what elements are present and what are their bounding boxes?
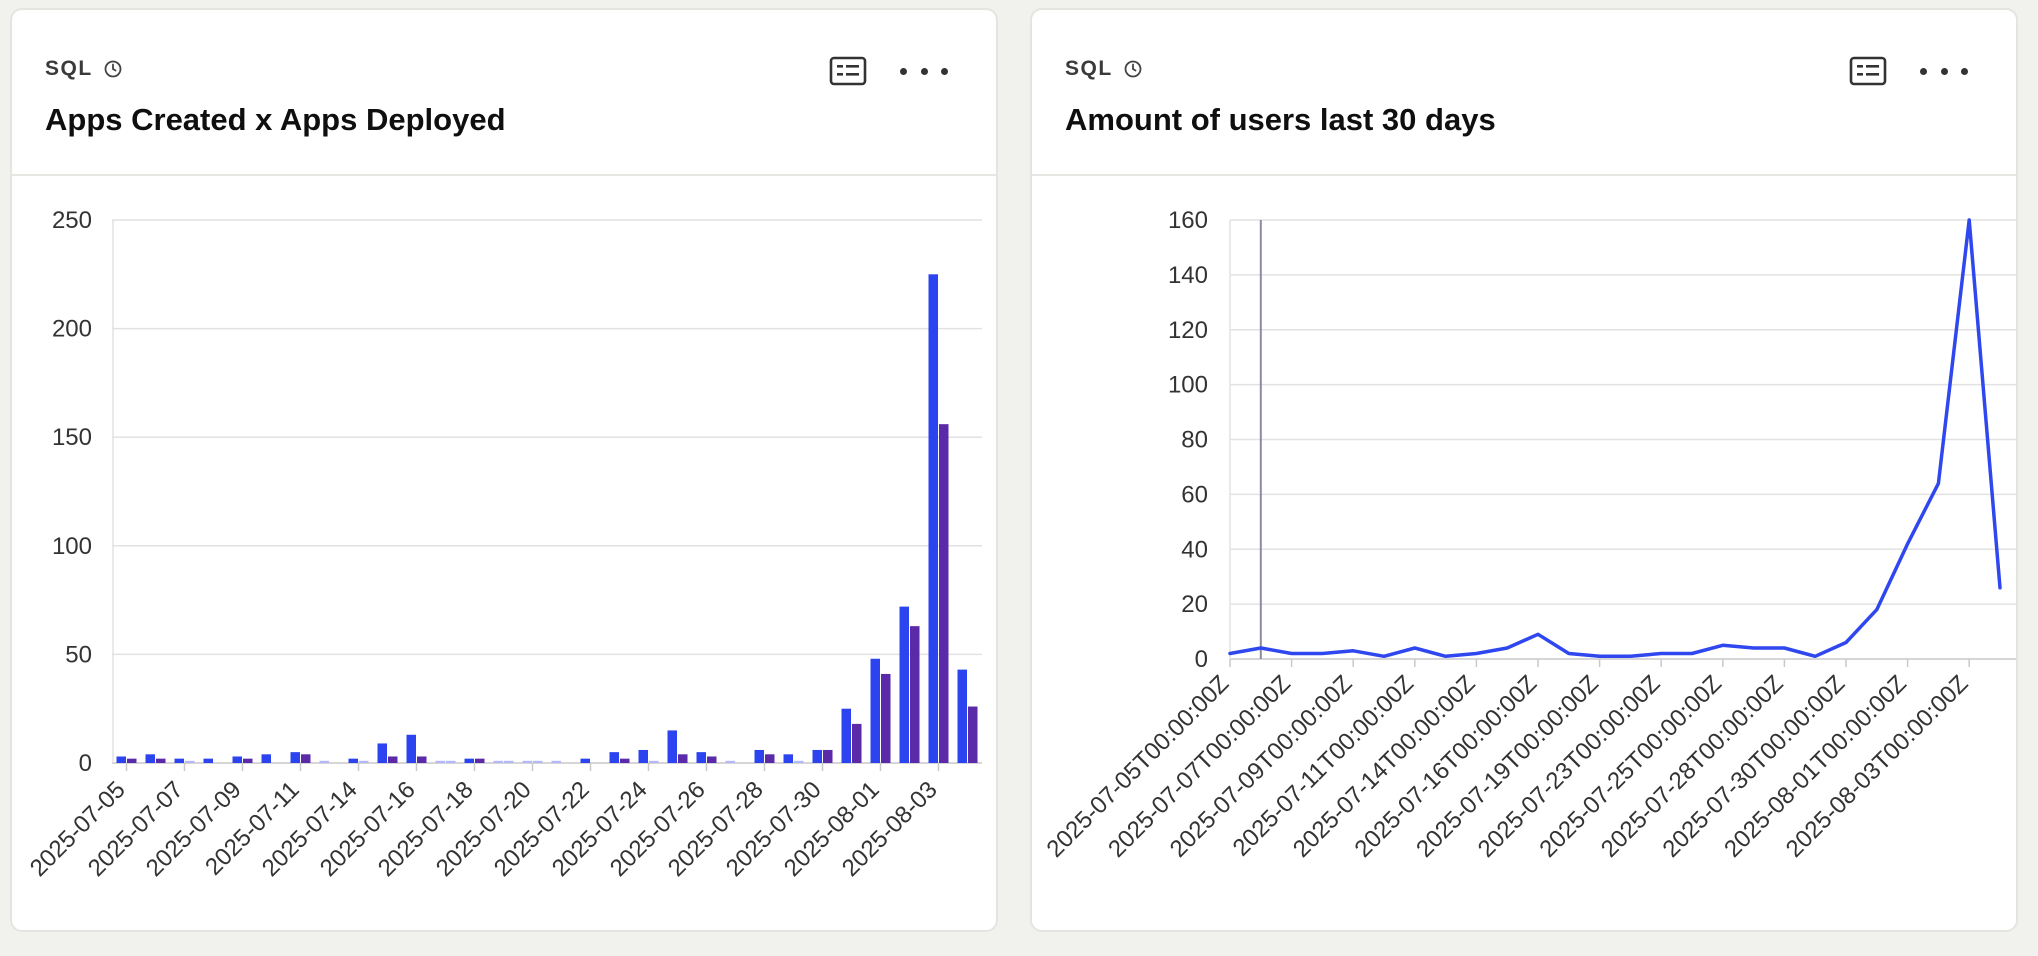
y-tick-label: 160: [1168, 207, 1208, 234]
bar-deployed: [852, 723, 862, 763]
source-label: SQL: [45, 57, 93, 80]
bar-deployed: [504, 760, 514, 763]
bar-created: [145, 754, 155, 763]
bar-deployed: [475, 758, 485, 763]
bar-created: [841, 708, 851, 763]
bar-deployed: [243, 758, 253, 763]
y-tick-label: 60: [1181, 481, 1208, 508]
bar-deployed: [533, 760, 543, 763]
y-tick-label: 150: [52, 424, 92, 451]
source-label: SQL: [1065, 57, 1113, 80]
bar-created: [290, 752, 300, 763]
bar-created: [812, 749, 822, 763]
bar-deployed: [765, 754, 775, 763]
bar-created: [667, 730, 677, 763]
bar-created: [754, 749, 764, 763]
bar-created: [580, 758, 590, 763]
y-tick-label: 100: [1168, 372, 1208, 399]
bar-deployed: [707, 756, 717, 763]
bar-created: [551, 760, 561, 763]
bar-created: [696, 752, 706, 763]
y-tick-label: 0: [1195, 646, 1208, 673]
bar-deployed: [968, 706, 978, 763]
bar-created: [899, 606, 909, 763]
more-dots-icon: [1920, 67, 1927, 75]
line-chart: 0204060801001201401602025-07-05T00:00:00…: [1042, 207, 2016, 863]
bar-deployed: [823, 749, 833, 763]
bar-deployed: [359, 760, 369, 763]
bar-created: [116, 756, 126, 763]
bar-deployed: [881, 673, 891, 763]
bar-deployed: [446, 760, 456, 763]
legend-icon[interactable]: [828, 54, 868, 88]
bar-created: [609, 752, 619, 763]
bar-deployed: [127, 758, 137, 763]
bar-created: [957, 669, 967, 763]
bar-created: [464, 758, 474, 763]
card-title: Amount of users last 30 days: [1065, 102, 1496, 137]
bar-created: [522, 760, 532, 763]
more-options-button[interactable]: [900, 54, 948, 88]
y-tick-label: 50: [65, 641, 92, 668]
y-tick-label: 200: [52, 316, 92, 343]
bar-deployed: [794, 760, 804, 763]
bar-deployed: [910, 626, 920, 763]
line-series: [1228, 218, 2002, 659]
bar-created: [261, 754, 271, 763]
bar-deployed: [678, 754, 688, 763]
more-options-button[interactable]: [1920, 54, 1968, 88]
bar-deployed: [185, 760, 195, 763]
y-tick-label: 100: [52, 533, 92, 560]
bar-deployed: [301, 754, 311, 763]
bar-created: [319, 760, 329, 763]
clock-icon[interactable]: [1123, 59, 1143, 79]
bar-created: [203, 758, 213, 763]
bar-deployed: [939, 424, 949, 763]
bar-created: [870, 658, 880, 763]
bar-created: [348, 758, 358, 763]
bar-created: [406, 734, 416, 763]
bar-created: [638, 749, 648, 763]
source-row: SQL: [45, 54, 123, 84]
bar-deployed: [620, 758, 630, 763]
bar-created: [174, 758, 184, 763]
bar-created: [725, 760, 735, 763]
bar-created: [435, 760, 445, 763]
bar-created: [232, 756, 242, 763]
source-row: SQL: [1065, 54, 1143, 84]
bar-deployed: [156, 758, 166, 763]
y-tick-label: 120: [1168, 317, 1208, 344]
bar-created: [377, 743, 387, 763]
chart-card-users: SQL Amount of users last 30 days 0 20 40 60…: [1030, 8, 2018, 932]
bar-created: [493, 760, 503, 763]
card-header: SQL Amount of users last 30 days: [1032, 10, 2016, 176]
bar-created: [928, 274, 938, 763]
card-title: Apps Created x Apps Deployed: [45, 102, 506, 137]
y-tick-label: 20: [1181, 591, 1208, 618]
y-tick-label: 250: [52, 207, 92, 234]
y-tick-label: 40: [1181, 536, 1208, 563]
bar-created: [783, 754, 793, 763]
bar-chart: 0501001502002502025-07-052025-07-072025-…: [25, 207, 982, 882]
y-tick-label: 80: [1181, 427, 1208, 454]
clock-icon[interactable]: [103, 59, 123, 79]
card-header: SQL Apps Created x Apps Deployed: [12, 10, 996, 176]
legend-icon[interactable]: [1848, 54, 1888, 88]
bar-deployed: [388, 756, 398, 763]
chart-card-apps: SQL Apps Created x Apps Deployed 0 50 100 1…: [10, 8, 998, 932]
bar-deployed: [417, 756, 427, 763]
bar-deployed: [649, 760, 659, 763]
y-tick-label: 0: [79, 750, 92, 777]
y-tick-label: 140: [1168, 262, 1208, 289]
more-dots-icon: [900, 67, 907, 75]
